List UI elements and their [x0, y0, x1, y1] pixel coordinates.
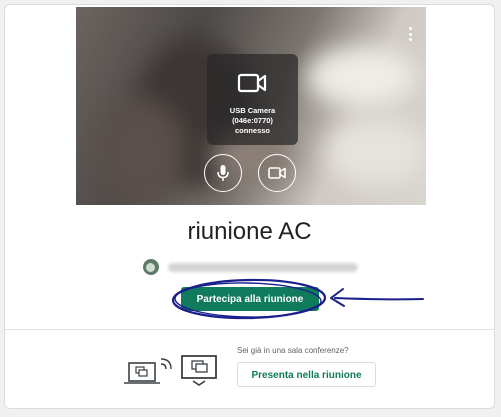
- camera-id: (046e:0770): [232, 116, 273, 125]
- avatar: [143, 259, 159, 275]
- more-vert-icon[interactable]: [408, 27, 412, 41]
- present-in-meeting-button[interactable]: Presenta nella riunione: [237, 362, 376, 387]
- camera-status-panel: USB Camera (046e:0770) connesso: [207, 54, 298, 145]
- cast-to-room-icon: [124, 355, 217, 386]
- video-camera-icon: [268, 167, 286, 179]
- video-preview: USB Camera (046e:0770) connesso: [76, 7, 426, 205]
- join-meeting-button[interactable]: Partecipa alla riunione: [181, 287, 319, 311]
- camera-name: USB Camera: [229, 106, 276, 115]
- camera-button[interactable]: [258, 154, 296, 192]
- microphone-button[interactable]: [204, 154, 242, 192]
- join-card: USB Camera (046e:0770) connesso riunione…: [4, 4, 495, 409]
- camera-status: connesso: [234, 126, 270, 135]
- divider: [5, 329, 494, 330]
- account-row: [143, 259, 358, 275]
- room-question: Sei già in una sala conferenze?: [237, 346, 349, 355]
- meeting-title: riunione AC: [187, 218, 312, 245]
- account-email-redacted: [168, 262, 358, 272]
- microphone-icon: [217, 165, 229, 181]
- video-camera-icon: [237, 73, 267, 93]
